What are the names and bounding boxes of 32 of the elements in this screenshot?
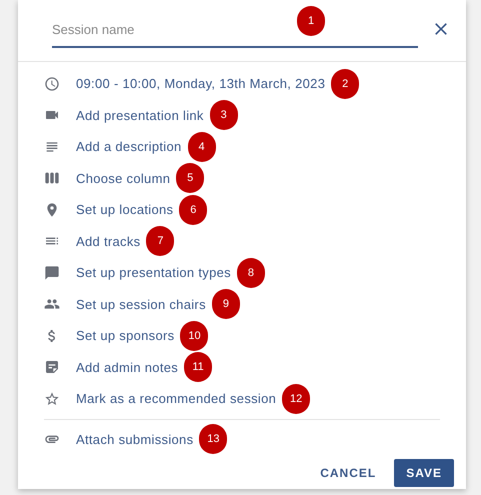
number-marker: 7 bbox=[146, 226, 174, 256]
number-marker: 11 bbox=[184, 352, 212, 382]
menu-link[interactable]: Add presentation link bbox=[76, 106, 204, 125]
number-marker: 12 bbox=[282, 384, 310, 414]
menu-link[interactable]: Set up sponsors bbox=[76, 326, 174, 346]
menu-link[interactable]: Choose column bbox=[76, 168, 170, 188]
number-marker: 13 bbox=[199, 424, 228, 454]
menu-link[interactable]: Add tracks bbox=[76, 232, 140, 251]
number-marker: 2 bbox=[331, 68, 360, 99]
menu-link[interactable]: 09:00 - 10:00, Monday, 13th March, 2023 bbox=[76, 74, 326, 94]
number-marker: 8 bbox=[236, 258, 265, 288]
number-marker: 3 bbox=[210, 100, 238, 130]
speech-bubble-icon bbox=[44, 264, 60, 281]
star-icon bbox=[44, 390, 60, 407]
number-marker: 1 bbox=[297, 6, 325, 36]
cancel-button[interactable]: CANCEL bbox=[312, 459, 384, 487]
save-button[interactable]: SAVE bbox=[394, 459, 454, 487]
menu-link[interactable]: Set up presentation types bbox=[76, 263, 231, 282]
menu-link[interactable]: Mark as a recommended session bbox=[76, 389, 276, 408]
number-marker: 6 bbox=[179, 194, 208, 225]
number-marker: 10 bbox=[180, 320, 208, 351]
clock-icon bbox=[44, 76, 60, 92]
menu-link[interactable]: Add admin notes bbox=[76, 358, 178, 377]
number-marker: 4 bbox=[188, 132, 216, 162]
menu-link[interactable]: Attach submissions bbox=[76, 430, 194, 449]
columns-icon bbox=[44, 170, 60, 186]
number-marker: 5 bbox=[176, 163, 204, 194]
menu-link[interactable]: Set up session chairs bbox=[76, 294, 206, 314]
menu-link[interactable]: Set up locations bbox=[76, 200, 174, 220]
menu-link[interactable]: Add a description bbox=[76, 137, 182, 156]
note-icon bbox=[44, 359, 60, 376]
number-marker: 9 bbox=[212, 289, 240, 320]
